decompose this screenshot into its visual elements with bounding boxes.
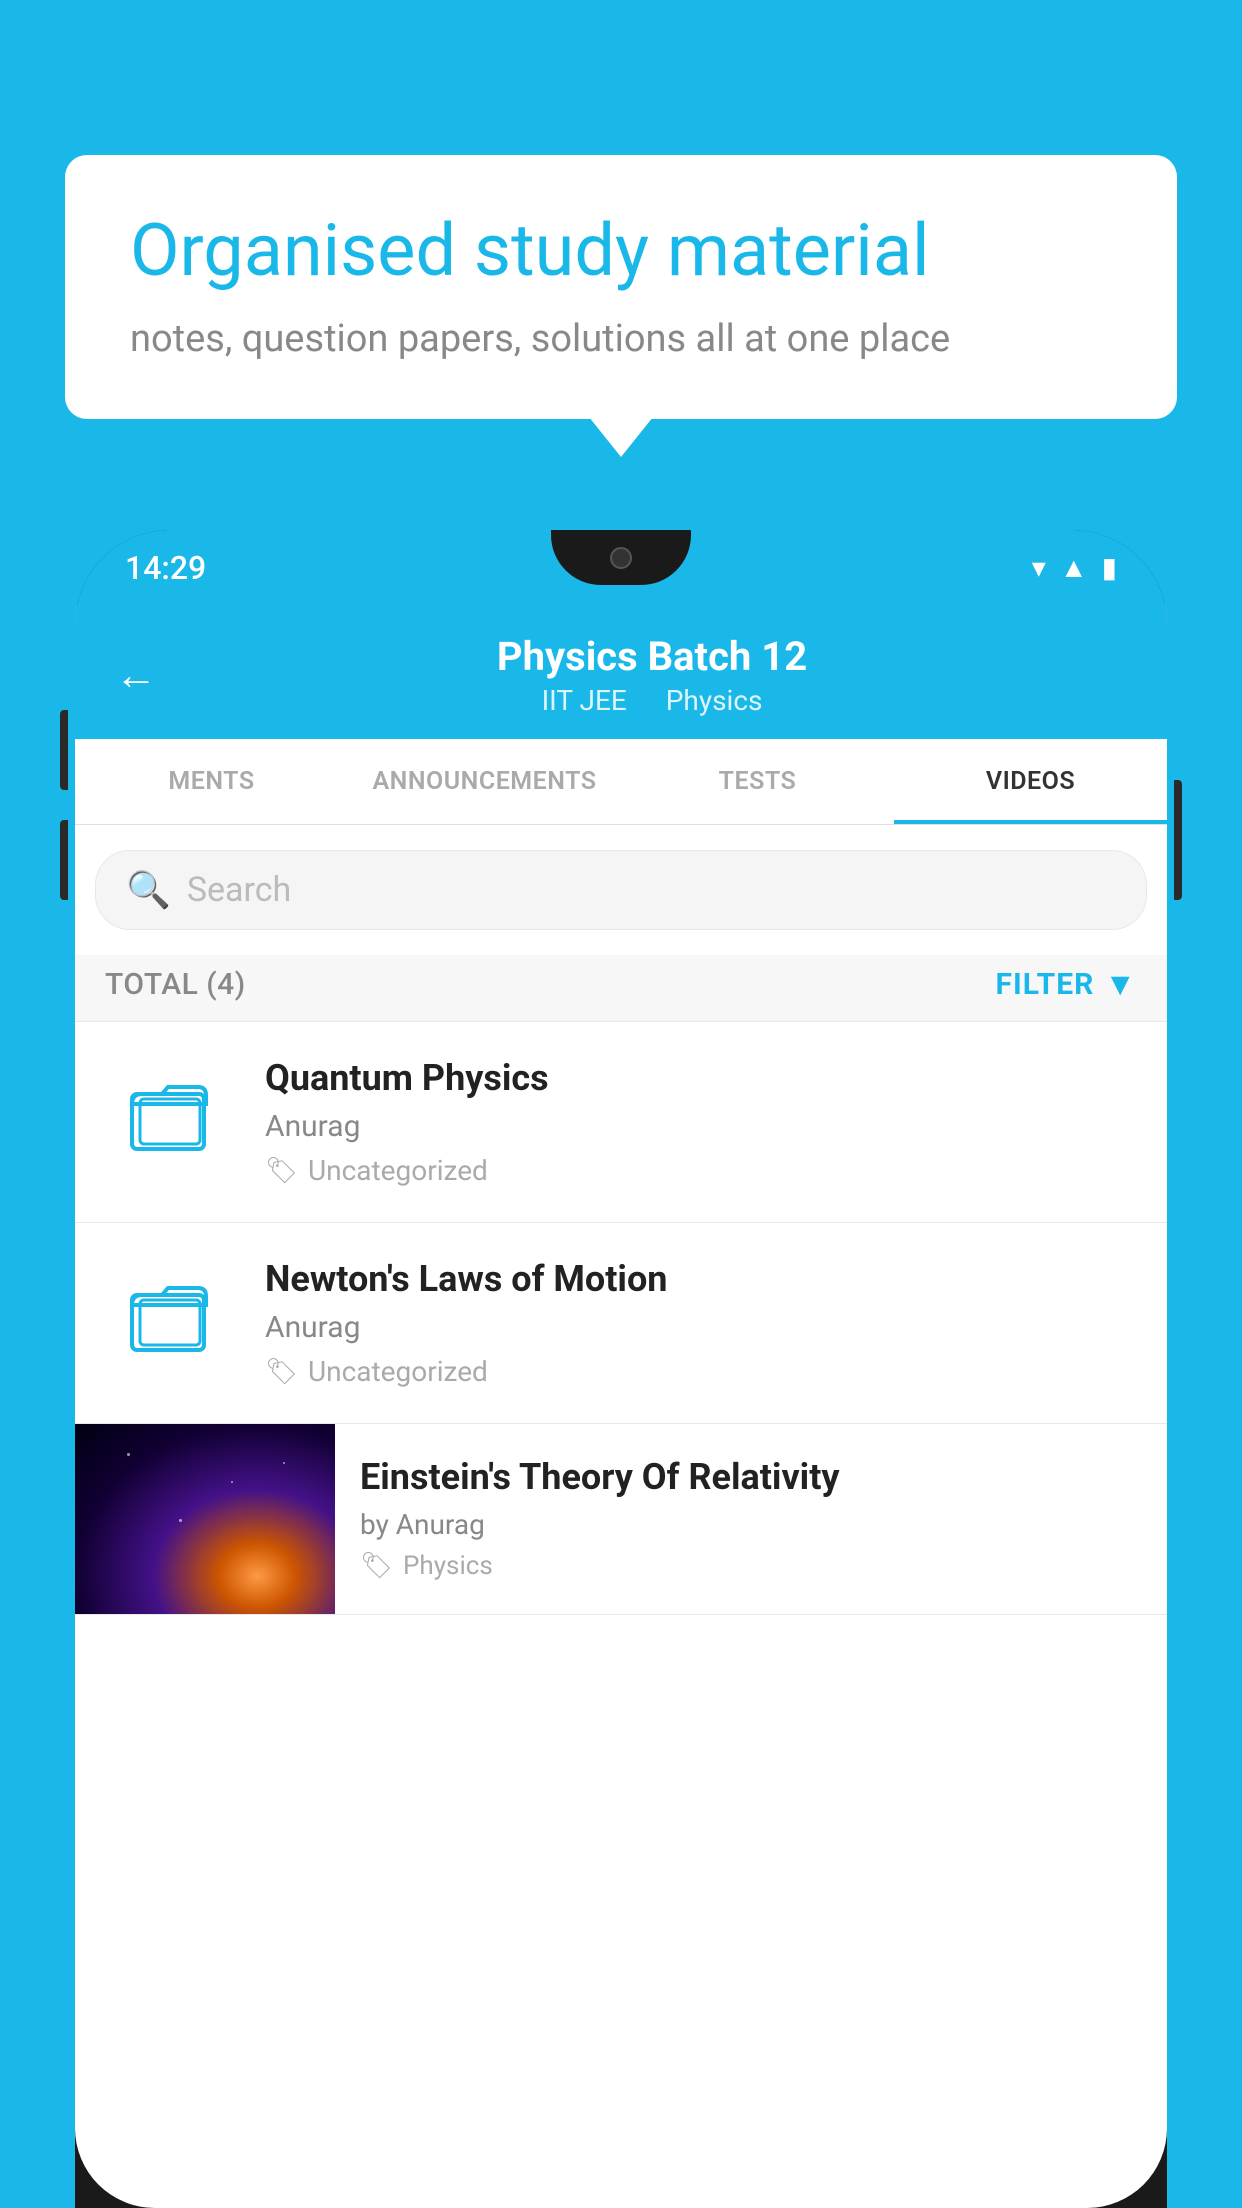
subtitle-iit: IIT JEE	[542, 684, 627, 717]
tag-icon-3: 🏷	[360, 1551, 393, 1581]
phone-volume-down-button	[60, 820, 68, 900]
filter-bar: TOTAL (4) FILTER ▼	[75, 955, 1167, 1022]
signal-icon: ▲	[1060, 551, 1088, 584]
video-title-3: Einstein's Theory Of Relativity	[360, 1456, 1142, 1498]
video-list: Quantum Physics Anurag 🏷 Uncategorized	[75, 1022, 1167, 1615]
video-title-1: Quantum Physics	[265, 1057, 1137, 1099]
list-item[interactable]: Quantum Physics Anurag 🏷 Uncategorized	[75, 1022, 1167, 1223]
tabs-bar: MENTS ANNOUNCEMENTS TESTS VIDEOS	[75, 739, 1167, 825]
phone-screen: ← Physics Batch 12 IIT JEE Physics MENTS…	[75, 605, 1167, 2208]
filter-icon: ▼	[1104, 965, 1137, 1003]
folder-icon	[130, 1280, 210, 1367]
list-item[interactable]: Einstein's Theory Of Relativity by Anura…	[75, 1424, 1167, 1615]
search-icon: 🔍	[126, 869, 171, 911]
video-tag-1: 🏷 Uncategorized	[265, 1154, 1137, 1187]
video-info-2: Newton's Laws of Motion Anurag 🏷 Uncateg…	[265, 1258, 1137, 1388]
tag-label-1: Uncategorized	[308, 1154, 488, 1187]
speech-bubble-container: Organised study material notes, question…	[65, 155, 1177, 419]
tag-icon-1: 🏷	[265, 1156, 298, 1186]
tag-label-2: Uncategorized	[308, 1355, 488, 1388]
tab-announcements[interactable]: ANNOUNCEMENTS	[348, 739, 621, 824]
search-input[interactable]: Search	[187, 870, 291, 910]
app-header: ← Physics Batch 12 IIT JEE Physics	[75, 605, 1167, 739]
video-author-2: Anurag	[265, 1310, 1137, 1345]
folder-thumbnail-1	[105, 1072, 235, 1172]
video-tag-3: 🏷 Physics	[360, 1551, 1142, 1581]
phone-power-button	[1174, 780, 1182, 900]
status-time: 14:29	[125, 549, 206, 587]
video-tag-2: 🏷 Uncategorized	[265, 1355, 1137, 1388]
bubble-subtitle: notes, question papers, solutions all at…	[130, 315, 1112, 364]
tag-label-3: Physics	[403, 1551, 493, 1581]
screen-subtitle: IIT JEE Physics	[177, 684, 1127, 717]
list-item[interactable]: Newton's Laws of Motion Anurag 🏷 Uncateg…	[75, 1223, 1167, 1424]
phone-frame: 14:29 ▾ ▲ ▮ ← Physics Batch 12 IIT JEE P…	[75, 530, 1167, 2208]
header-title-area: Physics Batch 12 IIT JEE Physics	[177, 633, 1127, 717]
wifi-icon: ▾	[1032, 551, 1046, 584]
screen-title: Physics Batch 12	[177, 633, 1127, 680]
phone-notch	[551, 530, 691, 585]
bubble-title: Organised study material	[130, 210, 1112, 293]
tab-ments[interactable]: MENTS	[75, 739, 348, 824]
tab-videos[interactable]: VIDEOS	[894, 739, 1167, 824]
phone-camera	[610, 547, 632, 569]
video-title-2: Newton's Laws of Motion	[265, 1258, 1137, 1300]
status-icons: ▾ ▲ ▮	[1032, 551, 1117, 584]
folder-thumbnail-2	[105, 1273, 235, 1373]
video-author-1: Anurag	[265, 1109, 1137, 1144]
total-count: TOTAL (4)	[105, 967, 246, 1002]
status-bar: 14:29 ▾ ▲ ▮	[75, 530, 1167, 605]
video-info-1: Quantum Physics Anurag 🏷 Uncategorized	[265, 1057, 1137, 1187]
video-info-3: Einstein's Theory Of Relativity by Anura…	[335, 1424, 1167, 1613]
video-author-3: by Anurag	[360, 1508, 1142, 1541]
tab-tests[interactable]: TESTS	[621, 739, 894, 824]
tag-icon-2: 🏷	[265, 1357, 298, 1387]
back-button[interactable]: ←	[115, 651, 157, 700]
filter-label: FILTER	[996, 967, 1095, 1002]
speech-bubble: Organised study material notes, question…	[65, 155, 1177, 419]
folder-icon	[130, 1079, 210, 1166]
subtitle-physics: Physics	[666, 684, 763, 717]
search-bar[interactable]: 🔍 Search	[95, 850, 1147, 930]
filter-button[interactable]: FILTER ▼	[996, 965, 1138, 1003]
phone-volume-up-button	[60, 710, 68, 790]
video-thumbnail-3	[75, 1424, 335, 1614]
battery-icon: ▮	[1102, 551, 1117, 584]
